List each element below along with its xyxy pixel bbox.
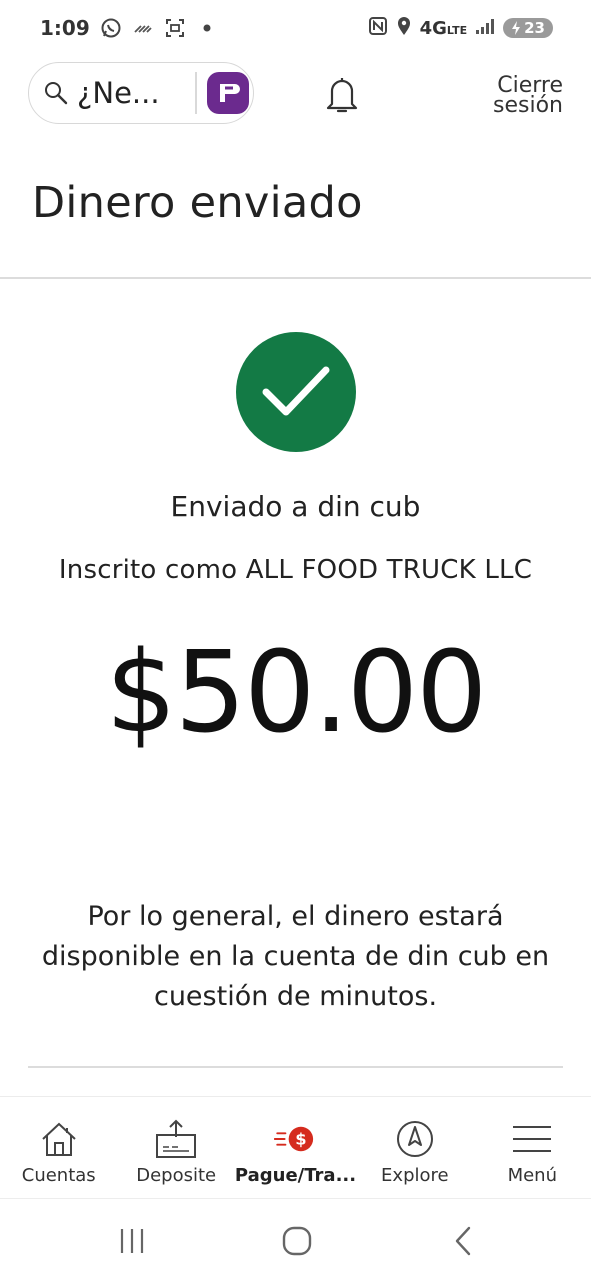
battery-indicator: 23 <box>503 18 553 38</box>
assistant-logo-icon[interactable] <box>206 72 249 114</box>
success-check-icon <box>236 332 356 452</box>
nav-label-menu: Menú <box>507 1165 557 1186</box>
logout-label-line2: sesión <box>493 93 563 118</box>
status-time: 1:09 <box>40 16 90 40</box>
bottom-navigation: Cuentas Deposite $ Pague/Tra... Explore … <box>0 1096 591 1198</box>
recipient-text: Enviado a din cub <box>170 490 421 523</box>
nfc-icon <box>368 16 388 41</box>
nav-item-pay-transfer[interactable]: $ Pague/Tra... <box>235 1097 356 1198</box>
availability-note: Por lo general, el dinero estará disponi… <box>41 901 550 1012</box>
nav-label-explore: Explore <box>381 1165 449 1186</box>
nav-item-menu[interactable]: Menú <box>474 1097 591 1198</box>
menu-icon <box>510 1119 554 1159</box>
svg-text:$: $ <box>295 1130 306 1149</box>
deposit-icon <box>154 1119 198 1159</box>
enrolled-as-text: Inscrito como ALL FOOD TRUCK LLC <box>58 555 533 585</box>
page-title: Dinero enviado <box>32 178 363 228</box>
signal-bars-icon <box>475 17 495 40</box>
signal-slash-icon <box>132 17 154 39</box>
whatsapp-icon <box>100 17 122 39</box>
app-header: ¿Ne... Cierre sesión <box>0 62 591 128</box>
nav-label-pay-transfer: Pague/Tra... <box>234 1165 357 1186</box>
home-icon <box>37 1119 81 1159</box>
location-icon <box>396 16 412 41</box>
sent-amount: $50.00 <box>105 628 488 758</box>
home-button-icon[interactable] <box>277 1221 317 1261</box>
header-divider <box>0 277 591 279</box>
network-type: 4G <box>419 17 447 39</box>
nav-item-deposit[interactable]: Deposite <box>117 1097 234 1198</box>
recent-apps-icon[interactable] <box>112 1221 152 1261</box>
screenshot-icon <box>164 17 186 39</box>
network-subtype: LTE <box>446 23 468 37</box>
logout-button[interactable]: Cierre sesión <box>493 75 563 118</box>
nav-label-accounts: Cuentas <box>21 1165 96 1186</box>
battery-level: 23 <box>524 19 545 37</box>
compass-icon <box>393 1119 437 1159</box>
nav-item-accounts[interactable]: Cuentas <box>0 1097 117 1198</box>
search-bar[interactable]: ¿Ne... <box>28 62 254 124</box>
nav-label-deposit: Deposite <box>136 1165 217 1186</box>
nav-item-explore[interactable]: Explore <box>356 1097 473 1198</box>
status-left: 1:09 <box>40 16 218 40</box>
pay-transfer-icon: $ <box>273 1119 318 1159</box>
back-icon[interactable] <box>443 1221 483 1261</box>
charging-icon <box>512 21 521 35</box>
search-icon <box>45 82 68 105</box>
network-indicator: 4GLTE <box>420 18 468 39</box>
search-placeholder[interactable]: ¿Ne... <box>77 76 189 110</box>
content-divider <box>28 1066 563 1068</box>
system-navigation-bar <box>0 1198 591 1280</box>
notifications-bell-icon[interactable] <box>322 72 362 116</box>
search-divider <box>195 72 197 114</box>
status-right: 4GLTE 23 <box>368 16 553 41</box>
notification-dot-icon <box>196 17 218 39</box>
status-bar: 1:09 4GLTE 23 <box>0 0 591 56</box>
